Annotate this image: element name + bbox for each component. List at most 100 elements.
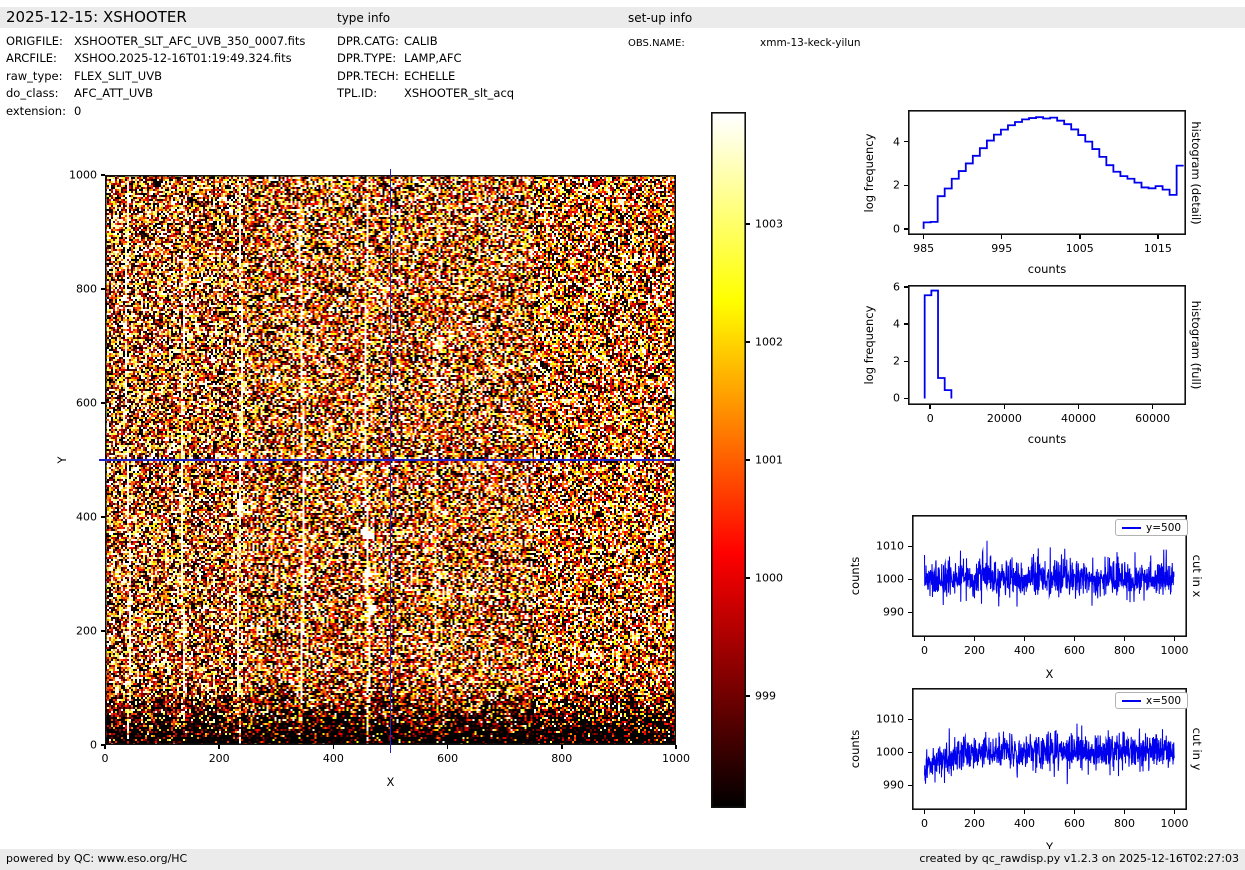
hist_full-ytick-label: 6 [893,280,900,293]
main-image-ytick [101,174,105,176]
cut_x-xtick-label: 1000 [1161,644,1189,657]
hist_detail-ytick [904,185,908,187]
setup-info-value: xmm-13-keck-yilun [760,37,861,49]
file-info-row: raw_type:FLEX_SLIT_UVB [6,69,162,83]
hist_full-canvas [908,285,1186,405]
hist_detail-xaxis-label: counts [1028,262,1066,276]
setup-info-row: OBS.NAME:xmm-13-keck-yilun [628,35,861,49]
main-image-xtick [218,745,220,749]
cut_x-ytick [908,612,912,614]
main-image-ytick-label: 600 [76,397,97,410]
page-title: 2025-12-15: XSHOOTER [6,8,187,26]
cut_y-xtick-label: 0 [921,817,928,830]
cut_x-xtick [1124,637,1126,641]
hist_detail-ytick-label: 4 [893,135,900,148]
hist_full-xtick [929,405,931,409]
main-image-xtick [333,745,335,749]
main-image-ytick-label: 200 [76,625,97,638]
cut_y-xtick-label: 400 [1014,817,1035,830]
main-image-xtick-label: 0 [102,752,109,765]
hist_full-yaxis-label: log frequency [862,306,876,385]
hist_detail-ytick [904,228,908,230]
cut_y-xtick [1024,810,1026,814]
cut_y-xtick-label: 1000 [1161,817,1189,830]
hist_detail-xtick-label: 995 [991,242,1012,255]
hist_full-ytick [904,398,908,400]
hist_full-ytick [904,323,908,325]
hist_full-xtick-label: 20000 [987,412,1022,425]
cut_y-ytick [908,719,912,721]
hist_full-xtick-label: 60000 [1135,412,1170,425]
type-info-value: ECHELLE [404,69,455,83]
hist_full-side-label: histogram (full) [1189,301,1203,390]
type-info-label: TPL.ID: [337,86,404,100]
file-info-row: ARCFILE:XSHOO.2025-12-16T01:19:49.324.fi… [6,51,292,65]
hist_detail-side-label: histogram (detail) [1189,121,1203,224]
setup-info-label: OBS.NAME: [628,38,760,49]
hist_full-xtick-label: 40000 [1061,412,1096,425]
hist_full-xtick [1078,405,1080,409]
hist_detail-xtick [923,235,925,239]
file-info-value: FLEX_SLIT_UVB [74,69,162,83]
file-info-label: do_class: [6,86,74,100]
cut_y-ytick [908,785,912,787]
hist_full-xaxis-label: counts [1028,432,1066,446]
type-info-label: DPR.TYPE: [337,51,404,65]
hist_full-ytick-label: 4 [893,318,900,331]
hist_detail-yaxis-label: log frequency [862,133,876,212]
file-info-label: extension: [6,104,74,118]
hist_detail-xtick-label: 1015 [1144,242,1172,255]
cut_x-legend: y=500 [1115,519,1188,536]
main-image-ytick [101,630,105,632]
cut_y-xtick-label: 200 [964,817,985,830]
colorbar-tick-label: 1000 [755,571,783,584]
file-info-row: ORIGFILE:XSHOOTER_SLT_AFC_UVB_350_0007.f… [6,34,305,48]
cut_x-xtick-label: 400 [1014,644,1035,657]
cut_x-legend-line [1122,527,1141,529]
main-image-xaxis-label: X [387,775,395,789]
colorbar-tick [746,223,750,225]
qc-report-page: 2025-12-15: XSHOOTER type info set-up in… [0,0,1245,870]
colorbar-tick-label: 999 [755,689,776,702]
cut_x-legend-label: y=500 [1146,522,1181,534]
file-info-label: ORIGFILE: [6,34,74,48]
main-image-xtick [561,745,563,749]
cut_y-side-label: cut in y [1190,728,1204,771]
main-image-xtick-label: 600 [437,752,458,765]
hist_detail-ytick-label: 0 [893,222,900,235]
colorbar-tick [746,459,750,461]
cut_y-xtick [1124,810,1126,814]
cut_y-legend: x=500 [1115,692,1188,709]
hist_full-xtick-label: 0 [927,412,934,425]
colorbar-tick-label: 1003 [755,218,783,231]
cut_y-ytick-label: 1010 [876,713,904,726]
main-image-xtick [447,745,449,749]
type-info-heading: type info [337,11,390,25]
footer-bar: powered by QC: www.eso.org/HC created by… [0,849,1245,870]
type-info-row: DPR.CATG:CALIB [337,34,438,48]
main-image-xtick-label: 400 [323,752,344,765]
cut_x-ytick [908,546,912,548]
colorbar-tick [746,577,750,579]
colorbar-tick-label: 1001 [755,454,783,467]
hist_detail-xtick-label: 985 [913,242,934,255]
hist_detail-xtick [1157,235,1159,239]
type-info-value: CALIB [404,34,438,48]
file-info-label: raw_type: [6,69,74,83]
type-info-value: LAMP,AFC [404,51,462,65]
file-info-row: do_class:AFC_ATT_UVB [6,86,153,100]
hist_detail-xtick-label: 1005 [1066,242,1094,255]
file-info-row: extension:0 [6,104,81,118]
cut_x-ytick-label: 1010 [876,540,904,553]
cut_x-xtick [974,637,976,641]
hist_detail-canvas [908,110,1186,235]
cut_y-ytick-label: 1000 [876,746,904,759]
cut_y-ytick-label: 990 [883,779,904,792]
hist_full-ytick [904,286,908,288]
type-info-label: DPR.TECH: [337,69,404,83]
main-image-ytick-label: 400 [76,511,97,524]
hist_detail-xtick [1001,235,1003,239]
colorbar-canvas [711,112,746,808]
file-info-label: ARCFILE: [6,51,74,65]
cut_y-xtick [924,810,926,814]
